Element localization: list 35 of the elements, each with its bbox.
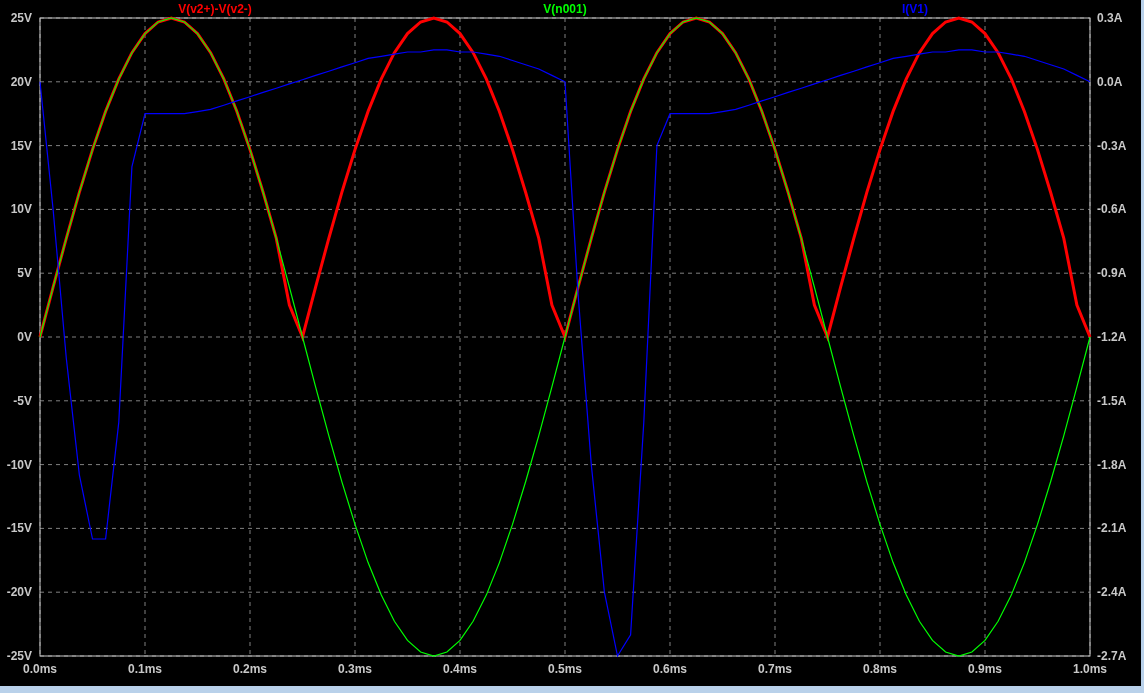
axis-label: 20V — [10, 74, 32, 89]
axis-label: -25V — [6, 649, 32, 663]
axis-label: 0.8ms — [863, 662, 897, 676]
axis-label: 0.7ms — [758, 662, 792, 676]
axis-label: -0.9A — [1097, 266, 1127, 281]
axis-label: -0.3A — [1097, 138, 1127, 153]
axis-label: -5V — [13, 393, 32, 408]
axis-label: -1.5A — [1097, 393, 1127, 408]
trace-label[interactable]: V(n001) — [543, 2, 587, 16]
axis-label: 5V — [17, 266, 32, 281]
axis-label: 15V — [10, 138, 32, 153]
axis-label: -10V — [6, 457, 32, 472]
axis-label: 0.4ms — [443, 662, 477, 676]
axis-label: 0.0A — [1097, 74, 1123, 89]
axis-label: -0.6A — [1097, 202, 1127, 217]
axis-label: -20V — [6, 585, 32, 600]
axis-label: 0.2ms — [233, 662, 267, 676]
axis-label: -2.1A — [1097, 521, 1127, 536]
axis-label: -2.7A — [1097, 649, 1127, 663]
axis-label: 10V — [10, 202, 32, 217]
axis-label: 0.5ms — [548, 662, 582, 676]
axis-label: 1.0ms — [1073, 662, 1107, 676]
axis-label: 0.3A — [1097, 11, 1123, 25]
axis-label: -2.4A — [1097, 585, 1127, 600]
axis-label: 0.9ms — [968, 662, 1002, 676]
axis-label: -15V — [6, 521, 32, 536]
axis-label: 0.1ms — [128, 662, 162, 676]
axis-label: 25V — [10, 11, 32, 25]
axis-label: 0V — [17, 330, 32, 344]
axis-label: 0.3ms — [338, 662, 372, 676]
axis-label: 0.6ms — [653, 662, 687, 676]
trace-label[interactable]: V(v2+)-V(v2-) — [178, 2, 252, 16]
axis-label: -1.8A — [1097, 457, 1127, 472]
axis-label: 0.0ms — [23, 662, 57, 676]
axis-label: -1.2A — [1097, 330, 1127, 344]
